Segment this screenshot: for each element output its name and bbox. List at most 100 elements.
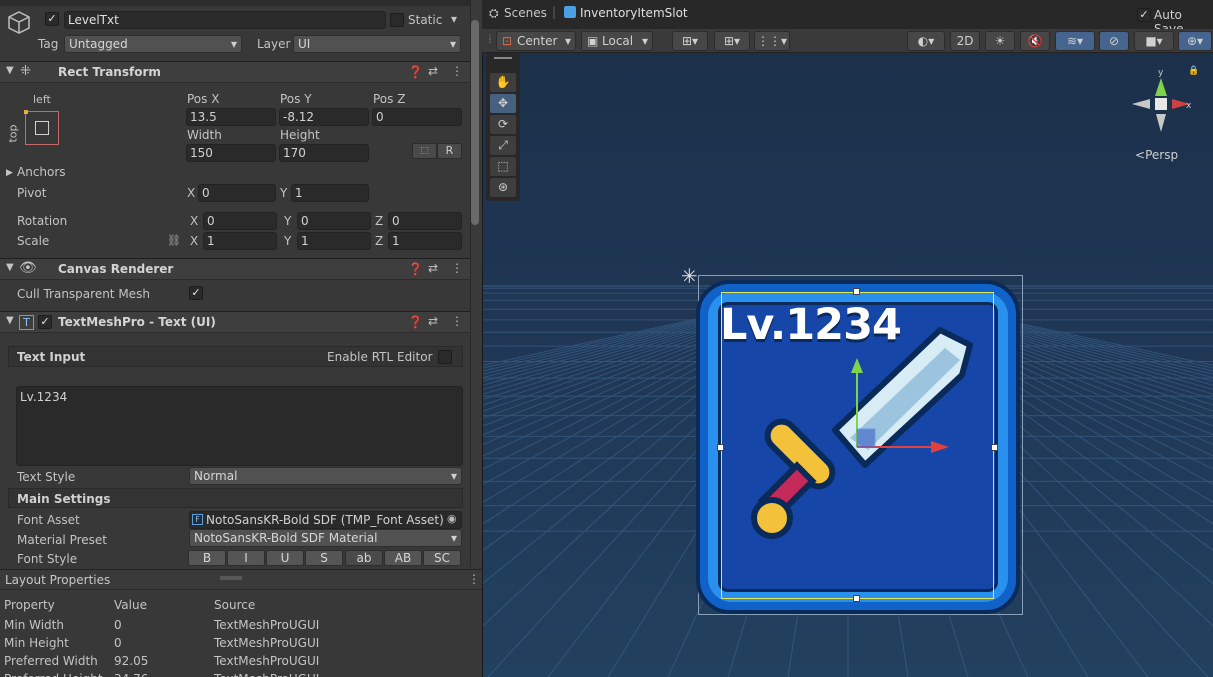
rtl-editor-label: Enable RTL Editor [327, 350, 433, 364]
font-style-button[interactable]: S [305, 550, 343, 566]
rot-y-field[interactable]: 0 [297, 212, 371, 230]
font-style-button[interactable]: ab [345, 550, 383, 566]
pos-y-label: Pos Y [280, 92, 312, 106]
drag-handle-icon[interactable]: ═══ [220, 571, 242, 585]
x-axis-arrow-icon[interactable] [931, 441, 949, 453]
pos-z-field[interactable]: 0 [372, 108, 462, 126]
pivot-mode-dropdown[interactable]: Center ⊡ ▾ [496, 31, 576, 51]
tmp-enabled-checkbox[interactable]: ✓ [38, 315, 52, 329]
scenes-label[interactable]: Scenes [504, 6, 547, 20]
rotate-tool-icon[interactable]: ⟳ [490, 115, 516, 134]
lighting-toggle[interactable]: ☀ [985, 31, 1015, 51]
visibility-toggle[interactable]: ⊘ [1099, 31, 1129, 51]
orientation-gizmo[interactable]: y x [1128, 66, 1196, 136]
gizmos-dropdown[interactable]: ⊕▾ [1178, 31, 1212, 51]
rect-transform-header[interactable]: ▼ ⁜ Rect Transform ❓ ⇄ ⋮ [0, 61, 470, 83]
static-dropdown-icon[interactable]: ▾ [451, 12, 457, 27]
rot-z-label: Z [375, 214, 384, 228]
breadcrumb-separator: | [552, 5, 557, 19]
textmeshpro-header[interactable]: ▼ T ✓ TextMeshPro - Text (UI) ❓ ⇄ ⋮ [0, 311, 470, 333]
move-tool-icon[interactable]: ✥ [490, 94, 516, 113]
scene-tab-bar: ⛭ Scenes | InventoryItemSlot ✓ Auto Save [482, 0, 1213, 36]
blueprint-mode-button[interactable]: ⬚ [412, 143, 437, 159]
more-menu-icon[interactable]: ⋮ [451, 261, 463, 275]
font-style-button[interactable]: I [227, 550, 265, 566]
scale-z-field[interactable]: 1 [388, 232, 462, 250]
text-input-area[interactable]: Lv.1234 [16, 386, 463, 466]
collapse-arrow-icon[interactable]: ▼ [6, 315, 14, 326]
presets-icon[interactable]: ⇄ [428, 314, 438, 328]
resize-handle-left[interactable] [717, 444, 724, 451]
scale-x-field[interactable]: 1 [203, 232, 277, 250]
scale-y-field[interactable]: 1 [297, 232, 371, 250]
auto-save-checkbox[interactable]: ✓ [1137, 8, 1151, 22]
resize-handle-bottom[interactable] [853, 595, 860, 602]
canvas-renderer-header[interactable]: ▼ 👁 Canvas Renderer ❓ ⇄ ⋮ [0, 258, 470, 280]
xy-plane-handle[interactable] [856, 428, 876, 448]
font-style-button[interactable]: U [266, 550, 304, 566]
pos-y-field[interactable]: -8.12 [279, 108, 369, 126]
transform-tool-icon[interactable]: ⊛ [490, 178, 516, 197]
resize-handle-top[interactable] [853, 288, 860, 295]
anchors-label[interactable]: Anchors [17, 165, 66, 180]
lock-icon[interactable]: 🔒 [1188, 66, 1199, 76]
font-style-button[interactable]: B [188, 550, 226, 566]
ruler-button[interactable]: ⋮⋮▾ [754, 31, 790, 51]
height-field[interactable]: 170 [279, 144, 369, 162]
inspector-scrollbar-thumb[interactable] [471, 20, 479, 225]
object-name-field[interactable]: LevelTxt [64, 11, 386, 29]
space-mode-dropdown[interactable]: Local ▣ ▾ [581, 31, 653, 51]
transform-tools-overlay: ✋ ✥ ⟳ ⤢ ⬚ ⊛ [486, 53, 520, 201]
pivot-snowflake-icon[interactable]: ✳ [681, 264, 698, 288]
pivot-y-field[interactable]: 1 [291, 184, 369, 202]
presets-icon[interactable]: ⇄ [428, 64, 438, 78]
pos-x-field[interactable]: 13.5 [186, 108, 276, 126]
raw-edit-button[interactable]: R [437, 143, 462, 159]
anchors-expand-icon[interactable]: ▶ [6, 166, 13, 181]
help-icon[interactable]: ❓ [408, 65, 423, 79]
cull-transparent-mesh-checkbox[interactable]: ✓ [189, 286, 203, 300]
snap-increment-button[interactable]: ⊞▾ [714, 31, 750, 51]
collapse-arrow-icon[interactable]: ▼ [6, 65, 14, 76]
scale-tool-icon[interactable]: ⤢ [490, 136, 516, 155]
2d-toggle[interactable]: 2D [950, 31, 980, 51]
font-asset-field[interactable]: NotoSansKR-Bold SDF (TMP_Font Asset) [189, 511, 462, 529]
text-style-dropdown[interactable]: Normal [189, 467, 462, 485]
rot-z-field[interactable]: 0 [388, 212, 462, 230]
active-checkbox[interactable]: ✓ [45, 12, 59, 26]
presets-icon[interactable]: ⇄ [428, 261, 438, 275]
font-style-button[interactable]: AB [384, 550, 422, 566]
breadcrumb-prefab[interactable]: InventoryItemSlot [580, 6, 688, 20]
pivot-x-field[interactable]: 0 [198, 184, 276, 202]
effects-toggle[interactable]: ≋▾ [1055, 31, 1095, 51]
more-menu-icon[interactable]: ⋮ [451, 314, 463, 328]
move-gizmo[interactable] [845, 355, 955, 455]
resize-handle-right[interactable] [991, 444, 998, 451]
audio-toggle[interactable]: 🔇 [1020, 31, 1050, 51]
rect-tool-icon[interactable]: ⬚ [490, 157, 516, 176]
camera-dropdown[interactable]: ■▾ [1134, 31, 1174, 51]
grid-snap-button[interactable]: ⊞▾ [672, 31, 708, 51]
more-menu-icon[interactable]: ⋮ [451, 64, 463, 78]
constrain-proportions-icon[interactable]: ⛓ [167, 233, 181, 248]
more-menu-icon[interactable]: ⋮ [468, 572, 480, 586]
material-preset-dropdown[interactable]: NotoSansKR-Bold SDF Material [189, 529, 462, 547]
layer-dropdown[interactable]: UI [293, 35, 461, 53]
y-axis-arrow-icon[interactable] [851, 358, 863, 373]
prefab-icon [564, 6, 576, 18]
main-settings-section[interactable]: Main Settings [8, 488, 463, 508]
collapse-arrow-icon[interactable]: ▼ [6, 262, 14, 273]
tag-dropdown[interactable]: Untagged [64, 35, 242, 53]
anchor-presets-button[interactable] [24, 110, 59, 145]
help-icon[interactable]: ❓ [408, 315, 423, 329]
help-icon[interactable]: ❓ [408, 262, 423, 276]
shading-mode-button[interactable]: ◐▾ [907, 31, 945, 51]
static-checkbox[interactable] [390, 13, 404, 27]
hand-tool-icon[interactable]: ✋ [490, 73, 516, 92]
projection-toggle[interactable]: <Persp [1135, 148, 1178, 162]
rtl-editor-checkbox[interactable] [438, 350, 452, 364]
width-field[interactable]: 150 [186, 144, 276, 162]
rot-x-field[interactable]: 0 [203, 212, 277, 230]
object-picker-icon[interactable]: ◉ [447, 512, 457, 525]
font-style-button[interactable]: SC [423, 550, 461, 566]
